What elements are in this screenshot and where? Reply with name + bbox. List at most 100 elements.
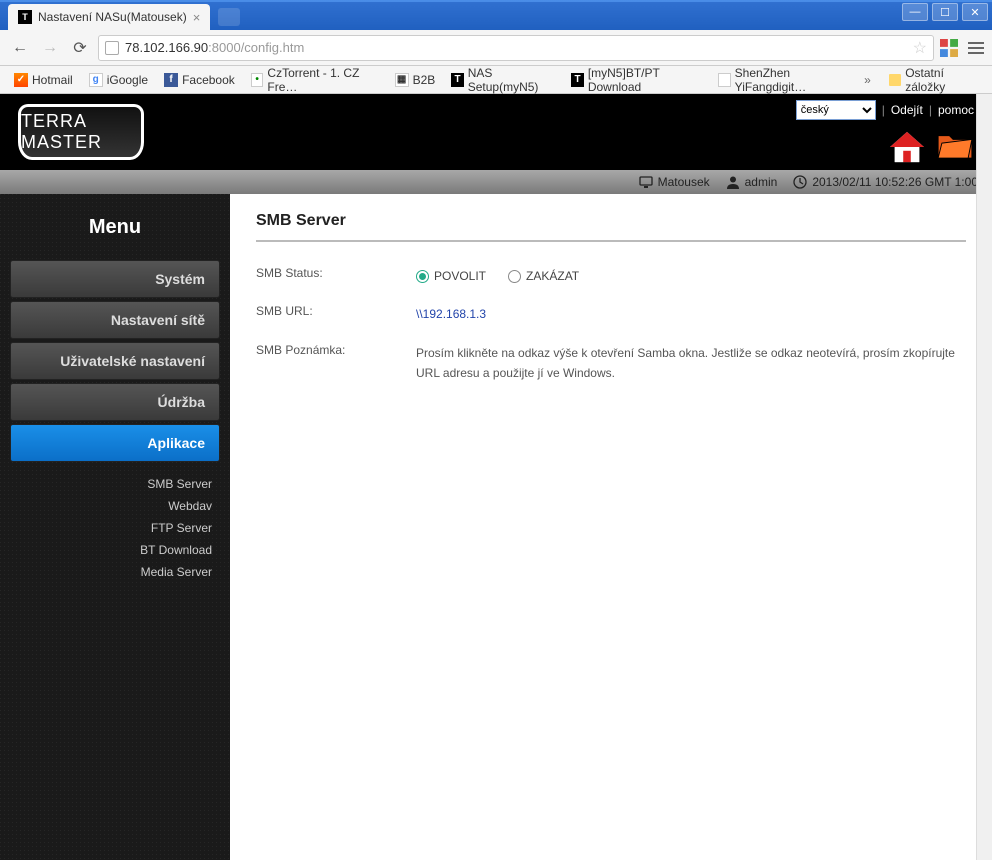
vertical-scrollbar[interactable] [976,94,992,860]
menu-label: Údržba [158,394,205,410]
radio-icon [416,270,429,283]
app-header: TERRA MASTER český | Odejít | pomoc [0,94,992,170]
hotmail-icon: ✓ [14,73,28,87]
url-host: 78.102.166.90 [125,40,208,55]
cztorrent-icon: • [251,73,264,87]
status-user: admin [726,175,778,189]
bookmark-cztorrent[interactable]: •CzTorrent - 1. CZ Fre… [245,63,385,97]
google-icon: g [89,73,103,87]
back-button[interactable]: ← [8,36,32,60]
menu-network[interactable]: Nastavení sítě [10,301,220,339]
bookmark-label: Hotmail [32,73,73,87]
url-text: 78.102.166.90:8000/config.htm [125,40,907,55]
tab-bar: T Nastavení NASu(Matousek) × [0,2,992,30]
radio-icon [508,270,521,283]
browser-menu-icon[interactable] [968,42,984,54]
smb-note-label: SMB Poznámka: [256,343,416,384]
language-select[interactable]: český [796,100,876,120]
bookmark-label: ShenZhen YiFangdigit… [735,66,850,94]
radio-disable[interactable]: ZAKÁZAT [508,266,579,286]
bookmark-hotmail[interactable]: ✓ Hotmail [8,70,79,90]
bookmark-nas-setup[interactable]: T NAS Setup(myN5) [445,63,561,97]
page-icon [718,73,731,87]
bookmarks-bar: ✓ Hotmail g iGoogle f Facebook •CzTorrent -… [0,66,992,94]
help-link[interactable]: pomoc [938,103,974,117]
page-title: SMB Server [256,212,966,242]
page-content: TERRA MASTER český | Odejít | pomoc Mato… [0,94,992,860]
submenu-ftp-server[interactable]: FTP Server [0,517,230,539]
logout-link[interactable]: Odejít [891,103,923,117]
sidebar: Menu Systém Nastavení sítě Uživatelské n… [0,194,230,860]
status-host: Matousek [639,175,710,189]
submenu-smb-server[interactable]: SMB Server [0,473,230,495]
close-window-button[interactable]: ✕ [962,3,988,21]
status-datetime: 2013/02/11 10:52:26 GMT 1:00 [793,175,978,189]
terra-master-logo: TERRA MASTER [18,104,144,160]
smb-status-radio-group: POVOLIT ZAKÁZAT [416,266,966,286]
submenu-bt-download[interactable]: BT Download [0,539,230,561]
bookmark-label: NAS Setup(myN5) [468,66,556,94]
home-icon[interactable] [888,130,926,164]
menu-label: Nastavení sítě [111,312,205,328]
bookmark-igoogle[interactable]: g iGoogle [83,70,154,90]
new-tab-button[interactable] [218,8,240,26]
menu-title: Menu [0,204,230,257]
nas-icon: T [451,73,463,87]
facebook-icon: f [164,73,178,87]
extension-icon[interactable] [940,39,958,57]
bookmark-label: Ostatní záložky [905,66,978,94]
menu-system[interactable]: Systém [10,260,220,298]
url-bar[interactable]: 78.102.166.90:8000/config.htm ☆ [98,35,934,61]
other-bookmarks[interactable]: Ostatní záložky [883,63,984,97]
folder-icon [889,74,901,86]
tab-title: Nastavení NASu(Matousek) [38,10,187,24]
url-port: :8000 [208,40,241,55]
browser-tab[interactable]: T Nastavení NASu(Matousek) × [8,4,210,30]
browser-toolbar: ← → ⟳ 78.102.166.90:8000/config.htm ☆ [0,30,992,66]
nas-icon: T [571,73,583,87]
folder-icon[interactable] [936,130,974,160]
main-content: SMB Server SMB Status: POVOLIT ZAKÁZAT [230,194,992,860]
menu-maintenance[interactable]: Údržba [10,383,220,421]
bookmark-label: B2B [413,73,436,87]
bookmark-label: iGoogle [107,73,148,87]
menu-label: Aplikace [147,435,205,451]
menu-label: Systém [155,271,205,287]
bookmarks-overflow-icon[interactable]: » [860,73,875,87]
smb-url-link[interactable]: \\192.168.1.3 [416,307,486,321]
smb-status-label: SMB Status: [256,266,416,286]
reload-button[interactable]: ⟳ [68,36,92,60]
maximize-button[interactable]: ☐ [932,3,958,21]
bookmark-shenzhen[interactable]: ShenZhen YiFangdigit… [712,63,856,97]
bookmark-facebook[interactable]: f Facebook [158,70,241,90]
submenu-webdav[interactable]: Webdav [0,495,230,517]
page-icon [105,41,119,55]
tab-close-icon[interactable]: × [193,10,201,25]
submenu: SMB Server Webdav FTP Server BT Download… [0,465,230,591]
menu-user-settings[interactable]: Uživatelské nastavení [10,342,220,380]
bookmark-btpt[interactable]: T [myN5]BT/PT Download [565,63,708,97]
url-path: /config.htm [241,40,305,55]
clock-icon [793,175,807,189]
bookmark-label: CzTorrent - 1. CZ Fre… [267,66,378,94]
status-bar: Matousek admin 2013/02/11 10:52:26 GMT 1… [0,170,992,194]
smb-note-text: Prosím klikněte na odkaz výše k otevření… [416,343,966,384]
radio-enable[interactable]: POVOLIT [416,266,486,286]
bookmark-star-icon[interactable]: ☆ [913,38,927,58]
menu-label: Uživatelské nastavení [60,353,205,369]
radio-label: POVOLIT [434,266,486,286]
tab-favicon-icon: T [18,10,32,24]
menu-applications[interactable]: Aplikace [10,424,220,462]
user-icon [726,175,740,189]
b2b-icon: ▦ [395,73,409,87]
bookmark-label: [myN5]BT/PT Download [588,66,702,94]
browser-titlebar: T Nastavení NASu(Matousek) × — ☐ ✕ [0,0,992,30]
forward-button[interactable]: → [38,36,62,60]
radio-label: ZAKÁZAT [526,266,579,286]
bookmark-label: Facebook [182,73,235,87]
window-controls: — ☐ ✕ [902,3,988,21]
minimize-button[interactable]: — [902,3,928,21]
smb-url-label: SMB URL: [256,304,416,324]
bookmark-b2b[interactable]: ▦ B2B [389,70,442,90]
submenu-media-server[interactable]: Media Server [0,561,230,583]
